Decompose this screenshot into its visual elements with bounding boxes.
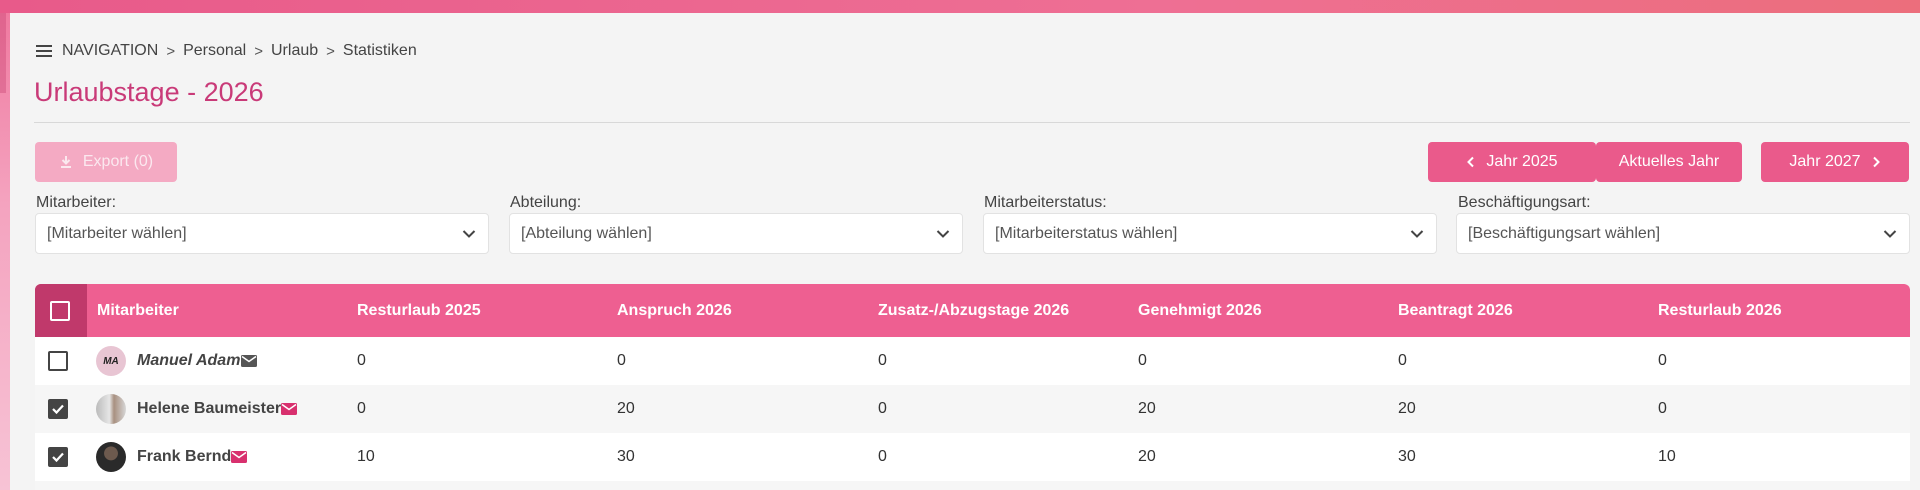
vacation-table: Mitarbeiter Resturlaub 2025 Anspruch 202… [35, 284, 1910, 490]
select-value: [Beschäftigungsart wählen] [1468, 224, 1661, 242]
select-value: [Mitarbeiter wählen] [47, 224, 187, 242]
row-checkbox[interactable] [48, 351, 68, 371]
row-checkbox[interactable] [48, 447, 68, 467]
download-icon [60, 156, 71, 168]
breadcrumb: NAVIGATION > Personal > Urlaub > Statist… [36, 40, 417, 62]
chevron-down-icon [1883, 229, 1897, 238]
filter-label-mitarbeiterstatus: Mitarbeiterstatus: [984, 194, 1107, 211]
cell-anspruch-2026: 20 [617, 400, 635, 417]
cell-beantragt-2026: 0 [1398, 352, 1407, 369]
select-value: [Abteilung wählen] [521, 224, 652, 242]
table-row[interactable]: Helene Baumeister 0 20 0 20 20 0 [35, 385, 1910, 433]
cell-genehmigt-2026: 20 [1138, 400, 1156, 417]
row-checkbox[interactable] [48, 399, 68, 419]
chevron-down-icon [936, 229, 950, 238]
select-mitarbeiter[interactable]: [Mitarbeiter wählen] [35, 213, 489, 254]
select-beschaeftigungsart[interactable]: [Beschäftigungsart wählen] [1456, 213, 1910, 254]
chevron-right-icon: > [166, 42, 176, 60]
menu-icon[interactable] [36, 45, 52, 57]
cell-resturlaub-2025: 10 [357, 448, 375, 465]
table-row[interactable]: Frank Bernd 10 30 0 20 30 10 [35, 433, 1910, 481]
column-header-mitarbeiter[interactable]: Mitarbeiter [97, 284, 179, 337]
avatar [96, 442, 126, 472]
check-icon [52, 452, 64, 463]
employee-name[interactable]: Manuel Adam [137, 337, 240, 385]
cell-genehmigt-2026: 0 [1138, 352, 1147, 369]
column-header-anspruch-2026[interactable]: Anspruch 2026 [617, 284, 732, 337]
mail-icon[interactable] [231, 451, 247, 463]
next-year-button[interactable]: Jahr 2027 [1761, 142, 1909, 182]
breadcrumb-item-personal[interactable]: Personal [183, 42, 246, 60]
export-label: Export (0) [82, 153, 154, 170]
cell-anspruch-2026: 0 [617, 352, 626, 369]
cell-beantragt-2026: 30 [1398, 448, 1416, 465]
select-mitarbeiterstatus[interactable]: [Mitarbeiterstatus wählen] [983, 213, 1437, 254]
cell-zusatz-abzugstage-2026: 0 [878, 352, 887, 369]
cell-beantragt-2026: 20 [1398, 400, 1416, 417]
check-icon [52, 404, 64, 415]
filter-label-beschaeftigungsart: Beschäftigungsart: [1458, 194, 1591, 211]
table-row[interactable]: MA Manuel Adam 0 0 0 0 0 0 [35, 337, 1910, 385]
next-year-label: Jahr 2027 [1789, 153, 1861, 170]
filter-label-abteilung: Abteilung: [510, 194, 582, 211]
side-edge [0, 13, 10, 490]
chevron-right-icon: > [326, 42, 335, 60]
prev-year-label: Jahr 2025 [1486, 153, 1558, 170]
employee-name[interactable]: Helene Baumeister [137, 385, 281, 433]
cell-resturlaub-2026: 0 [1658, 400, 1667, 417]
column-header-genehmigt-2026[interactable]: Genehmigt 2026 [1138, 284, 1262, 337]
current-year-button[interactable]: Aktuelles Jahr [1596, 142, 1742, 182]
cell-genehmigt-2026: 20 [1138, 448, 1156, 465]
export-button[interactable]: Export (0) [35, 142, 177, 182]
chevron-right-icon [1872, 156, 1880, 168]
mail-icon[interactable] [241, 355, 257, 367]
page-title: Urlaubstage - 2026 [34, 77, 264, 107]
table-row-partial [35, 481, 1910, 490]
top-accent-bar [0, 0, 1920, 13]
mail-icon[interactable] [281, 403, 297, 415]
chevron-left-icon [1467, 156, 1475, 168]
prev-year-button[interactable]: Jahr 2025 [1428, 142, 1596, 182]
breadcrumb-item-statistiken: Statistiken [342, 42, 417, 59]
divider [34, 122, 1910, 123]
column-header-resturlaub-2026[interactable]: Resturlaub 2026 [1658, 284, 1782, 337]
select-value: [Mitarbeiterstatus wählen] [995, 224, 1178, 242]
cell-resturlaub-2025: 0 [357, 400, 366, 417]
cell-zusatz-abzugstage-2026: 0 [878, 448, 887, 465]
avatar [96, 394, 126, 424]
select-abteilung[interactable]: [Abteilung wählen] [509, 213, 963, 254]
table-header: Mitarbeiter Resturlaub 2025 Anspruch 202… [35, 284, 1910, 337]
chevron-down-icon [462, 229, 476, 238]
chevron-down-icon [1410, 229, 1424, 238]
avatar: MA [96, 346, 126, 376]
breadcrumb-nav[interactable]: NAVIGATION [62, 42, 158, 60]
employee-name[interactable]: Frank Bernd [137, 433, 231, 481]
cell-anspruch-2026: 30 [617, 448, 635, 465]
cell-resturlaub-2026: 0 [1658, 352, 1667, 369]
select-all-checkbox[interactable] [50, 301, 70, 321]
cell-zusatz-abzugstage-2026: 0 [878, 400, 887, 417]
chevron-right-icon: > [254, 42, 263, 60]
filter-label-mitarbeiter: Mitarbeiter: [36, 194, 117, 211]
column-header-resturlaub-2025[interactable]: Resturlaub 2025 [357, 284, 481, 337]
column-header-beantragt-2026[interactable]: Beantragt 2026 [1398, 284, 1513, 337]
cell-resturlaub-2025: 0 [357, 352, 366, 369]
current-year-label: Aktuelles Jahr [1618, 153, 1720, 170]
select-all-cell [35, 284, 87, 337]
breadcrumb-item-urlaub[interactable]: Urlaub [271, 42, 318, 60]
column-header-zusatz-abzugstage-2026[interactable]: Zusatz-/Abzugstage 2026 [878, 284, 1069, 337]
cell-resturlaub-2026: 10 [1658, 448, 1676, 465]
